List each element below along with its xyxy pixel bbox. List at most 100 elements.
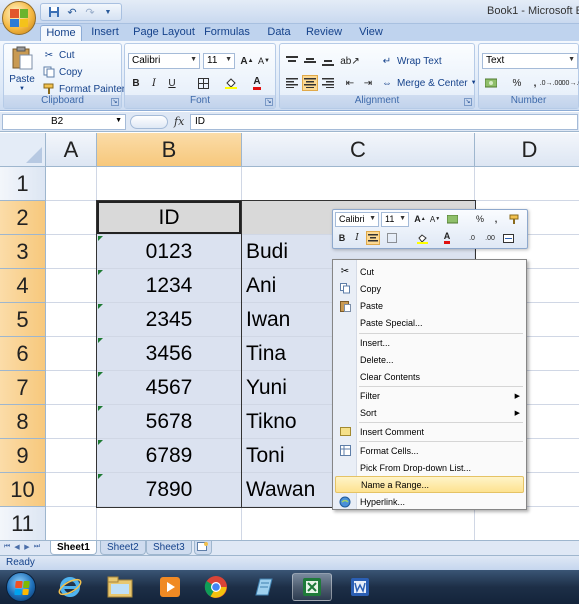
- menu-item-copy[interactable]: Copy: [335, 280, 524, 297]
- select-all-button[interactable]: [0, 133, 46, 167]
- sheet-tab-3[interactable]: Sheet3: [146, 541, 192, 555]
- wrap-text-button[interactable]: ↵ Wrap Text: [380, 53, 442, 69]
- column-header-a[interactable]: A: [46, 133, 97, 167]
- menu-item-filter[interactable]: Filter ▶: [335, 387, 524, 404]
- grow-font-icon[interactable]: A ▲: [239, 53, 255, 69]
- orientation-icon[interactable]: ab↗: [340, 53, 360, 69]
- menu-item-insert-comment[interactable]: Insert Comment: [335, 423, 524, 440]
- customize-qat-icon[interactable]: ▼: [101, 5, 115, 19]
- row-header-4[interactable]: 4: [0, 269, 46, 303]
- align-right-icon[interactable]: [320, 75, 336, 91]
- menu-item-hyperlink[interactable]: Hyperlink...: [335, 493, 524, 510]
- cell-b8[interactable]: 5678: [97, 405, 241, 438]
- cell-b10[interactable]: 7890: [97, 473, 241, 506]
- mini-comma-button[interactable]: ,: [489, 212, 503, 226]
- media-player-icon[interactable]: [150, 573, 190, 601]
- tab-review[interactable]: Review: [304, 25, 344, 41]
- row-header-3[interactable]: 3: [0, 235, 46, 269]
- name-box[interactable]: B2 ▼: [2, 114, 126, 130]
- sheet-tab-2[interactable]: Sheet2: [100, 541, 146, 555]
- internet-explorer-icon[interactable]: [50, 573, 90, 601]
- tab-data[interactable]: Data: [262, 25, 296, 41]
- save-icon[interactable]: [47, 5, 61, 19]
- office-button[interactable]: [2, 1, 36, 35]
- tab-view[interactable]: View: [354, 25, 388, 41]
- prev-sheet-icon[interactable]: ◀: [13, 543, 21, 553]
- mini-font-size-combo[interactable]: 11 ▼: [381, 212, 409, 227]
- mini-percent-button[interactable]: %: [473, 212, 487, 226]
- mini-shrink-font-icon[interactable]: A ▼: [428, 212, 442, 226]
- mini-fill-color-icon[interactable]: [415, 231, 429, 245]
- align-top-icon[interactable]: [284, 53, 300, 69]
- formula-input[interactable]: ID: [190, 114, 578, 130]
- shrink-font-icon[interactable]: A ▼: [256, 53, 272, 69]
- font-color-icon[interactable]: A: [249, 75, 265, 91]
- borders-icon[interactable]: [195, 75, 211, 91]
- paste-dropdown-icon[interactable]: ▼: [19, 86, 25, 92]
- cell-b6[interactable]: 3456: [97, 337, 241, 370]
- mini-format-painter-icon[interactable]: [507, 212, 521, 226]
- paste-button[interactable]: Paste ▼: [6, 46, 38, 92]
- redo-icon[interactable]: ↷: [83, 5, 97, 19]
- row-header-11[interactable]: 11: [0, 507, 46, 540]
- row-header-2[interactable]: 2: [0, 201, 46, 235]
- first-sheet-icon[interactable]: ⏮: [3, 543, 11, 553]
- row-header-6[interactable]: 6: [0, 337, 46, 371]
- merge-center-button[interactable]: ⇔ Merge & Center ▼: [380, 75, 477, 91]
- copy-button[interactable]: Copy: [42, 64, 82, 80]
- file-explorer-icon[interactable]: [100, 573, 140, 601]
- mini-decrease-decimal-icon[interactable]: .00: [483, 231, 497, 245]
- sheet-tab-1[interactable]: Sheet1: [50, 541, 97, 555]
- cell-b9[interactable]: 6789: [97, 439, 241, 472]
- insert-sheet-icon[interactable]: [194, 541, 212, 555]
- notepad-icon[interactable]: [244, 573, 284, 601]
- menu-item-pick-from-list[interactable]: Pick From Drop-down List...: [335, 459, 524, 476]
- increase-indent-icon[interactable]: ⇥: [360, 75, 376, 91]
- underline-icon[interactable]: U: [164, 75, 180, 91]
- cell-b3[interactable]: 0123: [97, 235, 241, 268]
- chrome-icon[interactable]: [196, 573, 236, 601]
- excel-icon[interactable]: [292, 573, 332, 601]
- fill-color-icon[interactable]: [223, 75, 239, 91]
- mini-borders-icon[interactable]: [385, 231, 399, 245]
- mini-font-name-combo[interactable]: Calibri ▼: [335, 212, 379, 227]
- column-header-d[interactable]: D: [475, 133, 579, 167]
- font-launcher-icon[interactable]: ↘: [265, 98, 273, 106]
- menu-item-format-cells[interactable]: Format Cells...: [335, 442, 524, 459]
- menu-item-clear-contents[interactable]: Clear Contents: [335, 368, 524, 385]
- align-center-icon[interactable]: [302, 75, 318, 91]
- menu-item-sort[interactable]: Sort ▶: [335, 404, 524, 421]
- tab-formulas[interactable]: Formulas: [202, 25, 252, 41]
- column-header-b[interactable]: B: [97, 133, 242, 167]
- mini-increase-decimal-icon[interactable]: .0: [465, 231, 479, 245]
- alignment-launcher-icon[interactable]: ↘: [464, 98, 472, 106]
- menu-item-paste-special[interactable]: Paste Special...: [335, 314, 524, 331]
- italic-icon[interactable]: I: [146, 75, 162, 91]
- last-sheet-icon[interactable]: ⏭: [33, 543, 41, 553]
- decrease-decimal-icon[interactable]: .00→.0: [560, 75, 579, 91]
- menu-item-cut[interactable]: ✂ Cut: [335, 263, 524, 280]
- tab-page-layout[interactable]: Page Layout: [132, 25, 196, 41]
- increase-decimal-icon[interactable]: .0→.00: [540, 75, 563, 91]
- cell-b7[interactable]: 4567: [97, 371, 241, 404]
- row-header-7[interactable]: 7: [0, 371, 46, 405]
- mini-align-center-icon[interactable]: [366, 231, 380, 245]
- align-middle-icon[interactable]: [302, 53, 318, 69]
- font-name-combo[interactable]: Calibri ▼: [128, 53, 200, 69]
- row-header-1[interactable]: 1: [0, 167, 46, 201]
- undo-icon[interactable]: ↶: [65, 5, 79, 19]
- cell-b4[interactable]: 1234: [97, 269, 241, 302]
- menu-item-insert[interactable]: Insert...: [335, 334, 524, 351]
- align-bottom-icon[interactable]: [320, 53, 336, 69]
- menu-item-name-a-range[interactable]: Name a Range...: [335, 476, 524, 493]
- mini-merge-icon[interactable]: [501, 231, 515, 245]
- cell-b2[interactable]: ID: [97, 201, 241, 234]
- align-left-icon[interactable]: [284, 75, 300, 91]
- column-header-c[interactable]: C: [242, 133, 475, 167]
- row-header-9[interactable]: 9: [0, 439, 46, 473]
- cell-b5[interactable]: 2345: [97, 303, 241, 336]
- percent-style-button[interactable]: %: [509, 75, 525, 91]
- word-icon[interactable]: [340, 573, 380, 601]
- menu-item-paste[interactable]: Paste: [335, 297, 524, 314]
- tab-home[interactable]: Home: [40, 25, 82, 41]
